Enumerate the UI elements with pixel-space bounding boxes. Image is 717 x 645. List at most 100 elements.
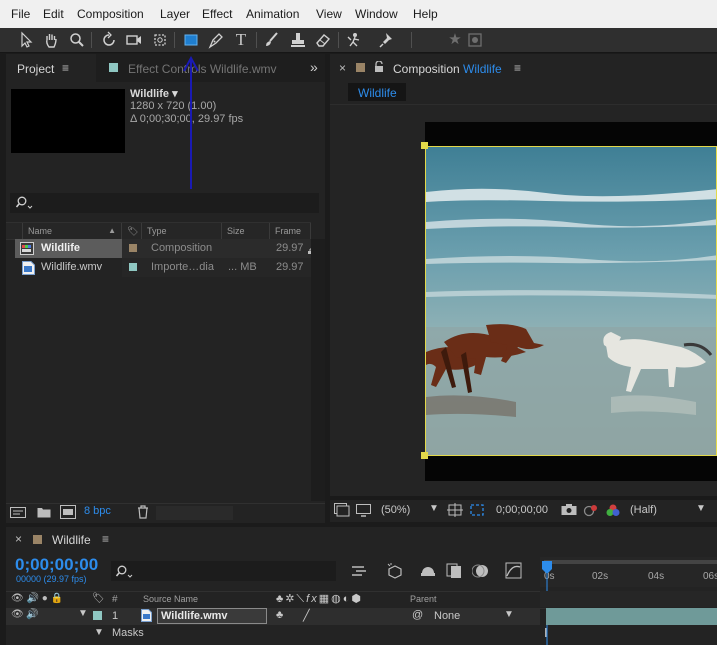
label-swatch-icon[interactable] [129, 244, 137, 252]
channel-rgb-icon[interactable] [605, 503, 621, 520]
show-snapshot-icon[interactable] [583, 503, 599, 520]
current-time-display[interactable]: 0;00;00;00 [15, 555, 98, 575]
av-switches-icons[interactable]: 👁 🔊 ● 🔒 [11, 593, 63, 604]
tab-effect-controls[interactable]: Effect Controls Wildlife.wmv [128, 62, 276, 76]
new-folder-icon[interactable] [37, 506, 51, 521]
trash-icon[interactable] [137, 505, 149, 522]
roto-brush-tool-icon[interactable] [345, 31, 363, 49]
label-tag-icon[interactable]: 🏷 [92, 593, 105, 604]
brush-tool-icon[interactable] [263, 31, 281, 49]
frame-handle[interactable] [421, 142, 428, 149]
hand-tool-icon[interactable] [42, 31, 60, 49]
list-item[interactable]: Wildlife Composition 29.97 [6, 239, 311, 258]
menu-layer[interactable]: Layer [160, 7, 190, 21]
menu-window[interactable]: Window [355, 7, 398, 21]
camera-tool-icon[interactable] [125, 31, 143, 49]
pen-tool-icon[interactable] [207, 31, 225, 49]
puppet-pin-tool-icon[interactable] [378, 31, 396, 49]
visibility-eye-icon[interactable]: 👁 [11, 609, 24, 620]
expand-triangle-icon[interactable]: ▼ [78, 608, 88, 619]
snapshot-camera-icon[interactable] [561, 503, 577, 519]
panel-menu-icon[interactable]: ≡ [102, 532, 109, 546]
always-preview-icon[interactable] [334, 503, 350, 520]
selection-tool-icon[interactable] [17, 31, 35, 49]
col-type[interactable]: Type [142, 223, 222, 239]
zoom-dropdown[interactable]: (50%) [381, 504, 410, 516]
item-type: Composition [151, 242, 213, 254]
label-tag-icon[interactable]: 🏷 [122, 223, 142, 239]
menu-animation[interactable]: Animation [246, 7, 299, 21]
selected-item-name[interactable]: Wildlife ▾ [130, 87, 178, 100]
col-source-name[interactable]: Source Name [143, 594, 198, 604]
panel-menu-icon[interactable]: ≡ [62, 61, 69, 75]
graph-editor-icon[interactable] [505, 562, 522, 582]
chevron-down-icon[interactable]: ▼ [429, 503, 439, 514]
list-item[interactable]: Wildlife.wmv Importe…dia ... MB 29.97 [6, 258, 311, 277]
star-icon[interactable]: ★ [446, 31, 464, 49]
layer-swatch-icon[interactable] [93, 611, 102, 620]
panel-menu-icon[interactable]: ≡ [514, 61, 521, 75]
snapping-icon[interactable] [466, 31, 484, 49]
lock-icon[interactable] [374, 60, 384, 76]
rectangle-tool-icon[interactable] [182, 31, 200, 49]
clone-stamp-tool-icon[interactable] [289, 31, 307, 49]
rotation-tool-icon[interactable] [100, 31, 118, 49]
menu-effect[interactable]: Effect [202, 7, 232, 21]
expand-triangle-icon[interactable]: ▼ [94, 627, 104, 638]
type-tool-icon[interactable]: T [232, 31, 250, 49]
video-frame[interactable] [425, 146, 717, 456]
menu-edit[interactable]: Edit [43, 7, 64, 21]
work-area-bar[interactable] [544, 560, 717, 564]
footage-file-icon [141, 609, 152, 625]
project-panel: Project ≡ Effect Controls Wildlife.wmv »… [6, 54, 325, 523]
bpc-button[interactable]: 8 bpc [84, 505, 111, 517]
parent-dropdown[interactable]: None [434, 610, 460, 622]
project-search-input[interactable] [10, 193, 319, 213]
layer-duration-bar[interactable] [546, 608, 717, 625]
pickwhip-icon[interactable]: @ [412, 609, 423, 621]
project-scrollbar[interactable] [311, 239, 325, 501]
quality-switch-icon[interactable]: ╱ [303, 609, 310, 622]
draft-3d-icon[interactable] [386, 562, 404, 582]
zoom-tool-icon[interactable] [68, 31, 86, 49]
menu-view[interactable]: View [316, 7, 342, 21]
shy-switch-icon[interactable]: ♣ [276, 609, 283, 621]
menu-composition[interactable]: Composition [77, 7, 144, 21]
tab-timeline[interactable]: Wildlife [52, 533, 91, 547]
masks-group-label[interactable]: Masks [112, 627, 144, 639]
chevron-down-icon[interactable]: ▼ [696, 503, 706, 514]
close-icon[interactable]: × [339, 61, 346, 75]
menu-file[interactable]: File [11, 7, 30, 21]
timeline-tab-bar [6, 527, 717, 553]
resolution-dropdown[interactable]: (Half) [630, 504, 657, 516]
comp-mini-flowchart-icon[interactable] [350, 563, 368, 582]
interpret-footage-icon[interactable] [10, 506, 26, 522]
overflow-chevron-icon[interactable]: » [310, 59, 318, 75]
eraser-tool-icon[interactable] [314, 31, 332, 49]
col-frame-rate[interactable]: Frame ... [270, 223, 311, 252]
tab-composition[interactable]: Composition Wildlife [393, 62, 502, 76]
resolution-grid-icon[interactable] [447, 503, 463, 520]
audio-icon[interactable]: 🔊 [26, 609, 38, 620]
label-swatch-icon[interactable] [129, 263, 137, 271]
footer-slider[interactable] [156, 506, 233, 520]
close-icon[interactable]: × [15, 532, 22, 546]
shy-layers-icon[interactable] [419, 563, 437, 582]
frame-handle[interactable] [421, 452, 428, 459]
annotation-arrow-icon [183, 55, 199, 189]
timeline-search-input[interactable] [111, 561, 336, 581]
monitor-icon[interactable] [356, 504, 371, 520]
pan-behind-tool-icon[interactable] [151, 31, 169, 49]
motion-blur-icon[interactable] [471, 562, 489, 582]
menu-help[interactable]: Help [413, 7, 438, 21]
project-columns-header: Name▲ 🏷 Type Size Frame ... [6, 222, 311, 252]
col-name[interactable]: Name ▲ [23, 223, 122, 239]
chevron-down-icon[interactable]: ▼ [504, 609, 514, 620]
viewer-timecode[interactable]: 0;00;00;00 [496, 504, 548, 516]
frame-blending-icon[interactable] [446, 562, 462, 582]
layer-switches-icons[interactable]: ♣✲⟍fx▦◍◐⬢ [276, 592, 363, 606]
new-composition-icon[interactable] [60, 505, 76, 522]
region-of-interest-icon[interactable] [469, 503, 485, 520]
col-parent: Parent [410, 594, 437, 604]
col-size[interactable]: Size [222, 223, 270, 239]
